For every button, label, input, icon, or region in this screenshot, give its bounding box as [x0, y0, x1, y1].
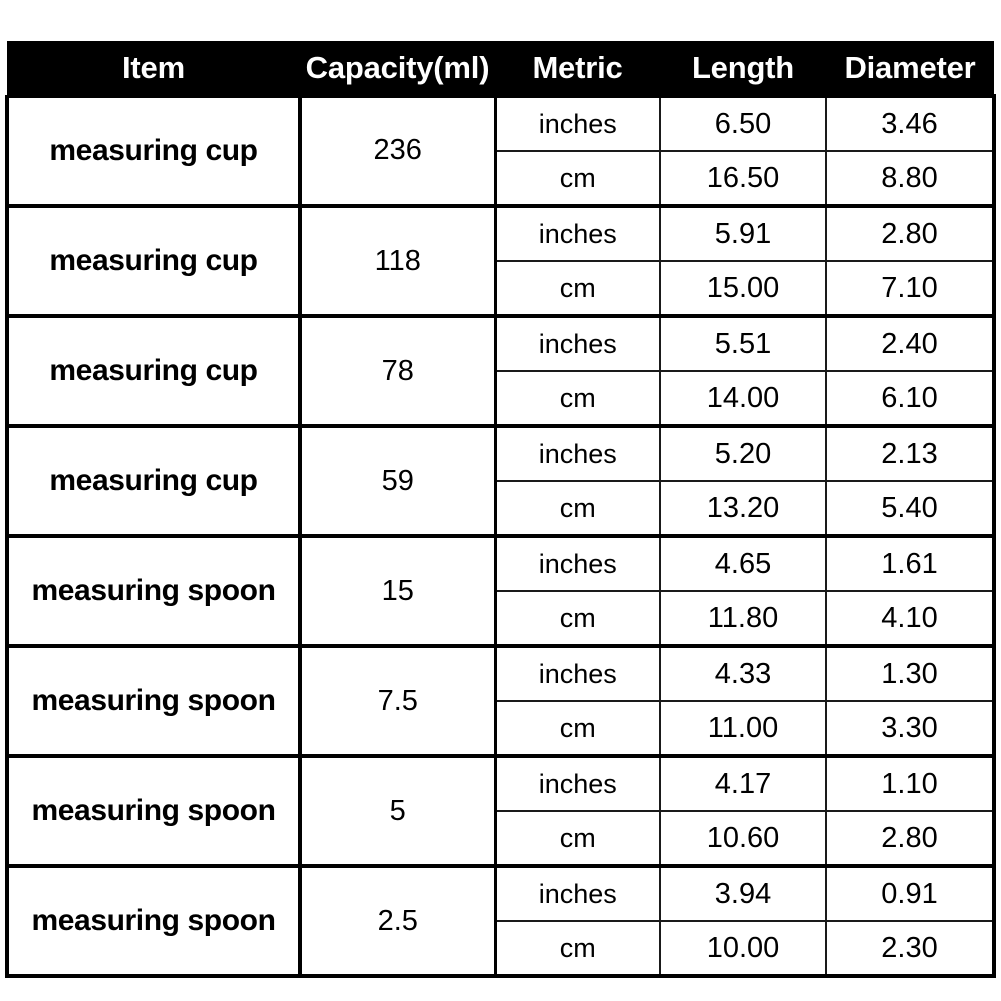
- column-header-metric: Metric: [495, 41, 660, 96]
- table-row: measuring spoon 15 inches 4.65 1.61: [5, 534, 996, 648]
- table-body: measuring cup 236 inches 6.50 3.46 cm 16.50 8.8…: [5, 94, 996, 978]
- cell-metric: cm: [493, 700, 661, 758]
- cell-length: 4.17: [659, 754, 827, 812]
- cell-metric: inches: [493, 204, 661, 262]
- cell-item: measuring cup: [5, 94, 302, 208]
- cell-item: measuring cup: [5, 424, 302, 538]
- cell-diameter: 2.40: [825, 314, 996, 372]
- cell-length: 6.50: [659, 94, 827, 152]
- table-row: measuring cup 118 inches 5.91 2.80: [5, 204, 996, 318]
- table-row: measuring cup 236 inches 6.50 3.46: [5, 94, 996, 208]
- cell-metric: cm: [493, 590, 661, 648]
- cell-item: measuring cup: [5, 314, 302, 428]
- cell-diameter: 4.10: [825, 590, 996, 648]
- cell-diameter: 0.91: [825, 864, 996, 922]
- table-row: measuring spoon 7.5 inches 4.33 1.30: [5, 644, 996, 758]
- cell-length: 11.00: [659, 700, 827, 758]
- cell-capacity: 236: [298, 94, 497, 208]
- cell-diameter: 6.10: [825, 370, 996, 428]
- cell-capacity: 118: [298, 204, 497, 318]
- cell-length: 5.51: [659, 314, 827, 372]
- cell-length: 4.65: [659, 534, 827, 592]
- table-row: measuring spoon 2.5 inches 3.94 0.91: [5, 864, 996, 978]
- cell-diameter: 1.61: [825, 534, 996, 592]
- cell-item: measuring spoon: [5, 864, 302, 978]
- cell-diameter: 2.80: [825, 810, 996, 868]
- cell-metric: cm: [493, 920, 661, 978]
- cell-length: 10.00: [659, 920, 827, 978]
- cell-length: 16.50: [659, 150, 827, 208]
- cell-diameter: 7.10: [825, 260, 996, 318]
- cell-item: measuring cup: [5, 204, 302, 318]
- column-header-diameter: Diameter: [826, 41, 994, 96]
- cell-metric: cm: [493, 370, 661, 428]
- cell-diameter: 2.30: [825, 920, 996, 978]
- cell-metric: cm: [493, 480, 661, 538]
- specifications-table-container: Item Capacity(ml) Metric Length Diameter…: [5, 41, 996, 978]
- cell-metric: inches: [493, 314, 661, 372]
- cell-length: 13.20: [659, 480, 827, 538]
- cell-length: 3.94: [659, 864, 827, 922]
- cell-length: 5.91: [659, 204, 827, 262]
- table-row: measuring spoon 5 inches 4.17 1.10: [5, 754, 996, 868]
- cell-capacity: 5: [298, 754, 497, 868]
- cell-length: 5.20: [659, 424, 827, 482]
- cell-length: 11.80: [659, 590, 827, 648]
- column-header-length: Length: [660, 41, 826, 96]
- table-row: measuring cup 59 inches 5.20 2.13: [5, 424, 996, 538]
- cell-metric: cm: [493, 150, 661, 208]
- cell-capacity: 78: [298, 314, 497, 428]
- cell-diameter: 8.80: [825, 150, 996, 208]
- column-header-capacity: Capacity(ml): [300, 41, 495, 96]
- cell-metric: inches: [493, 644, 661, 702]
- cell-metric: inches: [493, 424, 661, 482]
- cell-diameter: 2.13: [825, 424, 996, 482]
- cell-diameter: 3.30: [825, 700, 996, 758]
- cell-metric: cm: [493, 810, 661, 868]
- cell-metric: inches: [493, 754, 661, 812]
- cell-diameter: 1.10: [825, 754, 996, 812]
- table-header-row: Item Capacity(ml) Metric Length Diameter: [7, 41, 994, 96]
- column-header-item: Item: [7, 41, 300, 96]
- cell-diameter: 1.30: [825, 644, 996, 702]
- cell-diameter: 5.40: [825, 480, 996, 538]
- cell-length: 10.60: [659, 810, 827, 868]
- cell-item: measuring spoon: [5, 534, 302, 648]
- cell-length: 15.00: [659, 260, 827, 318]
- cell-capacity: 59: [298, 424, 497, 538]
- cell-capacity: 2.5: [298, 864, 497, 978]
- table-header: Item Capacity(ml) Metric Length Diameter: [7, 41, 994, 96]
- cell-capacity: 7.5: [298, 644, 497, 758]
- table-row: measuring cup 78 inches 5.51 2.40: [5, 314, 996, 428]
- cell-item: measuring spoon: [5, 644, 302, 758]
- cell-capacity: 15: [298, 534, 497, 648]
- cell-diameter: 2.80: [825, 204, 996, 262]
- cell-diameter: 3.46: [825, 94, 996, 152]
- cell-metric: inches: [493, 94, 661, 152]
- specifications-table: Item Capacity(ml) Metric Length Diameter…: [5, 41, 996, 978]
- cell-metric: cm: [493, 260, 661, 318]
- cell-item: measuring spoon: [5, 754, 302, 868]
- cell-metric: inches: [493, 534, 661, 592]
- cell-metric: inches: [493, 864, 661, 922]
- cell-length: 4.33: [659, 644, 827, 702]
- cell-length: 14.00: [659, 370, 827, 428]
